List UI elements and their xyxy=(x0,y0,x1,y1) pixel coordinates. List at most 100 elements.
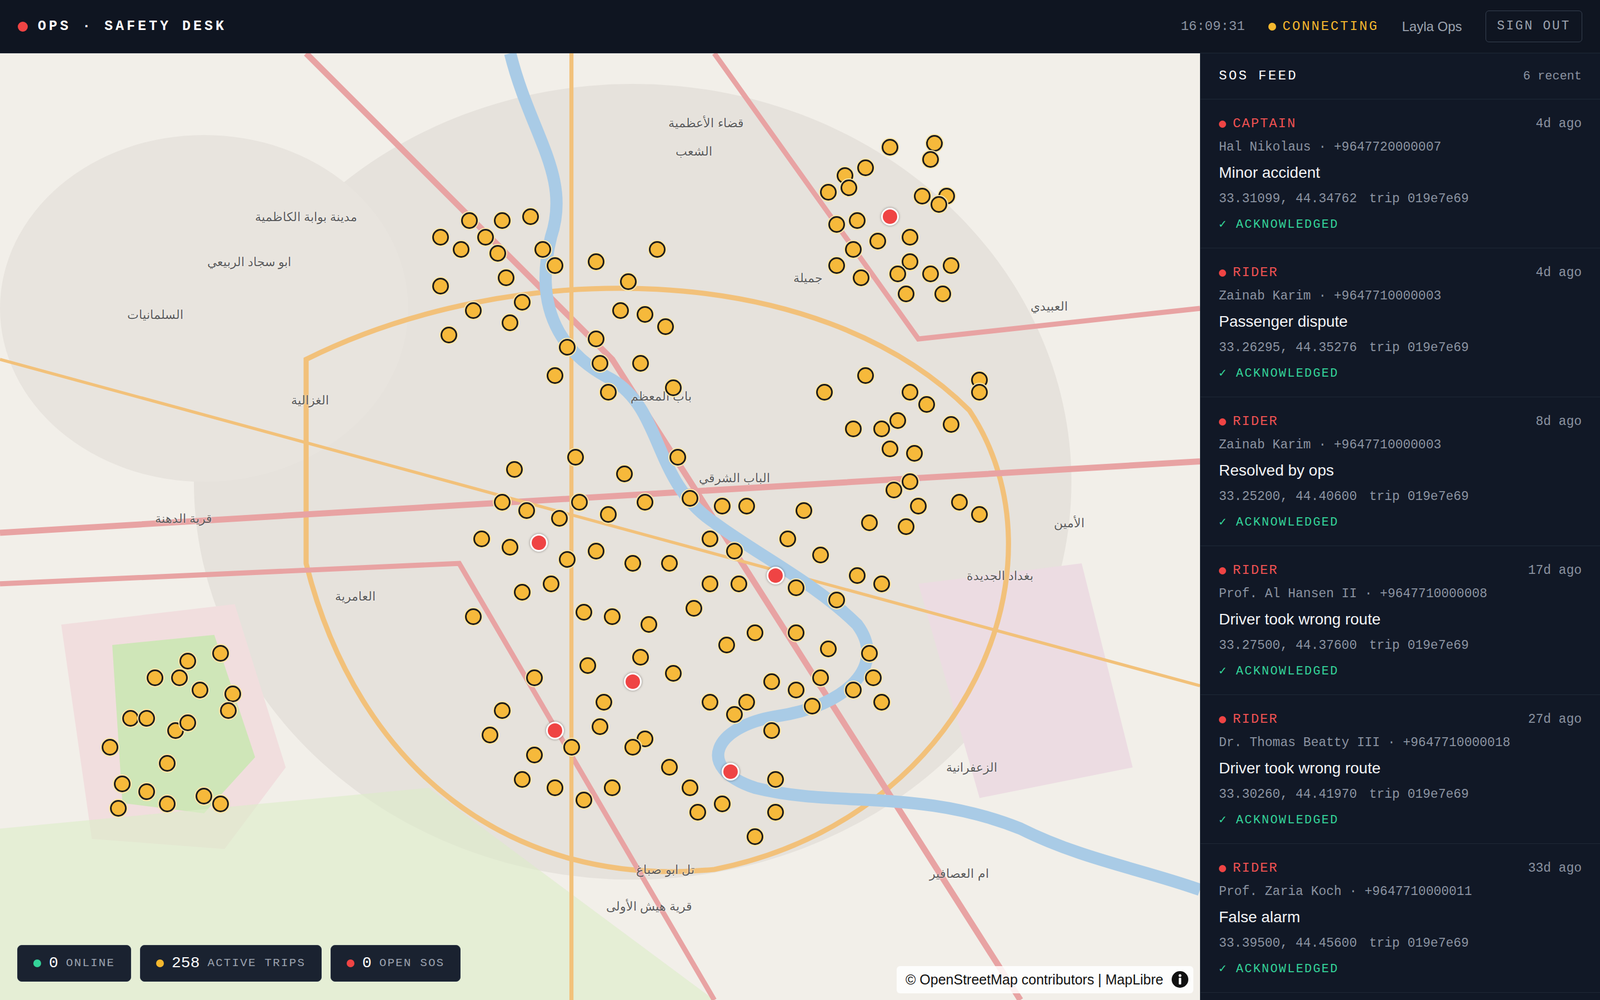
trip-pin[interactable] xyxy=(934,285,952,303)
trip-pin[interactable] xyxy=(632,648,649,666)
trip-pin[interactable] xyxy=(526,669,543,687)
trip-pin[interactable] xyxy=(685,600,703,617)
trip-pin[interactable] xyxy=(971,383,988,401)
trip-pin[interactable] xyxy=(718,636,735,654)
trip-pin[interactable] xyxy=(461,212,478,229)
trip-pin[interactable] xyxy=(701,530,719,548)
trip-pin[interactable] xyxy=(546,257,564,274)
trip-pin[interactable] xyxy=(885,481,903,499)
sos-item[interactable]: RIDER33d agoProf. Zaria Koch · +96477100… xyxy=(1200,843,1600,993)
trip-pin[interactable] xyxy=(110,800,127,817)
trip-pin[interactable] xyxy=(113,775,131,793)
trip-pin[interactable] xyxy=(701,575,719,593)
trip-pin[interactable] xyxy=(713,795,731,813)
sos-item[interactable]: RIDER8d agoZainab Karim · +9647710000003… xyxy=(1200,397,1600,547)
trip-pin[interactable] xyxy=(816,383,833,401)
trip-pin[interactable] xyxy=(493,702,511,719)
sos-pin[interactable] xyxy=(766,566,785,585)
trip-pin[interactable] xyxy=(713,497,731,515)
sos-pin[interactable] xyxy=(623,672,642,691)
sos-pin[interactable] xyxy=(546,721,564,740)
trip-pin[interactable] xyxy=(665,379,682,397)
trip-pin[interactable] xyxy=(101,738,119,756)
trip-pin[interactable] xyxy=(665,665,682,682)
trip-pin[interactable] xyxy=(506,461,523,478)
trip-pin[interactable] xyxy=(526,746,543,764)
trip-pin[interactable] xyxy=(848,212,866,229)
trip-pin[interactable] xyxy=(828,257,845,274)
trip-pin[interactable] xyxy=(452,241,470,258)
trip-pin[interactable] xyxy=(661,555,678,572)
trip-pin[interactable] xyxy=(567,448,584,466)
trip-pin[interactable] xyxy=(158,795,176,813)
trip-pin[interactable] xyxy=(522,208,539,225)
trip-pin[interactable] xyxy=(195,787,213,805)
trip-pin[interactable] xyxy=(575,791,593,809)
trip-pin[interactable] xyxy=(901,228,919,246)
trip-pin[interactable] xyxy=(636,493,654,511)
trip-pin[interactable] xyxy=(738,497,755,515)
trip-pin[interactable] xyxy=(820,640,837,658)
trip-pin[interactable] xyxy=(513,293,531,311)
trip-pin[interactable] xyxy=(901,383,919,401)
trip-pin[interactable] xyxy=(869,232,887,250)
trip-pin[interactable] xyxy=(812,669,829,687)
trip-pin[interactable] xyxy=(840,179,858,197)
trip-pin[interactable] xyxy=(497,269,515,287)
trip-pin[interactable] xyxy=(861,514,878,532)
trip-pin[interactable] xyxy=(575,603,593,621)
trip-pin[interactable] xyxy=(122,710,139,727)
trip-pin[interactable] xyxy=(624,555,642,572)
trip-pin[interactable] xyxy=(852,269,870,287)
trip-pin[interactable] xyxy=(820,183,837,201)
trip-pin[interactable] xyxy=(906,445,923,462)
trip-pin[interactable] xyxy=(881,440,899,458)
trip-pin[interactable] xyxy=(616,465,633,483)
sos-item[interactable]: RIDER4d agoZainab Karim · +9647710000003… xyxy=(1200,248,1600,398)
trip-pin[interactable] xyxy=(681,490,699,507)
trip-pin[interactable] xyxy=(465,608,482,625)
trip-pin[interactable] xyxy=(440,326,458,344)
trip-pin[interactable] xyxy=(848,567,866,584)
trip-pin[interactable] xyxy=(432,228,449,246)
trip-pin[interactable] xyxy=(595,693,613,711)
trip-pin[interactable] xyxy=(701,693,719,711)
trip-pin[interactable] xyxy=(579,657,597,674)
trip-pin[interactable] xyxy=(473,530,490,548)
trip-pin[interactable] xyxy=(918,396,935,413)
sos-pin[interactable] xyxy=(530,533,548,552)
trip-pin[interactable] xyxy=(563,738,580,756)
trip-pin[interactable] xyxy=(873,420,890,438)
trip-pin[interactable] xyxy=(501,314,519,332)
trip-pin[interactable] xyxy=(779,530,797,548)
trip-pin[interactable] xyxy=(636,306,654,323)
trip-pin[interactable] xyxy=(493,493,511,511)
trip-pin[interactable] xyxy=(513,771,531,788)
trip-pin[interactable] xyxy=(224,685,242,703)
trip-pin[interactable] xyxy=(726,706,743,723)
trip-pin[interactable] xyxy=(603,608,621,625)
trip-pin[interactable] xyxy=(220,702,237,719)
trip-pin[interactable] xyxy=(901,253,919,270)
trip-pin[interactable] xyxy=(648,241,666,258)
trip-pin[interactable] xyxy=(787,579,805,597)
trip-pin[interactable] xyxy=(632,355,649,372)
trip-pin[interactable] xyxy=(865,669,882,687)
trip-pin[interactable] xyxy=(746,828,764,845)
trip-pin[interactable] xyxy=(432,277,449,295)
trip-pin[interactable] xyxy=(803,697,821,715)
trip-pin[interactable] xyxy=(138,783,155,800)
trip-pin[interactable] xyxy=(897,518,915,535)
trip-pin[interactable] xyxy=(881,138,899,156)
trip-pin[interactable] xyxy=(179,652,197,670)
trip-pin[interactable] xyxy=(812,546,829,564)
trip-pin[interactable] xyxy=(591,718,609,735)
trip-pin[interactable] xyxy=(889,265,907,283)
attribution-text[interactable]: © OpenStreetMap contributors | MapLibre xyxy=(905,969,1164,991)
trip-pin[interactable] xyxy=(930,196,948,213)
trip-pin[interactable] xyxy=(901,473,919,490)
trip-pin[interactable] xyxy=(212,795,229,813)
trip-pin[interactable] xyxy=(212,645,229,662)
trip-pin[interactable] xyxy=(542,575,560,593)
trip-pin[interactable] xyxy=(587,253,605,270)
